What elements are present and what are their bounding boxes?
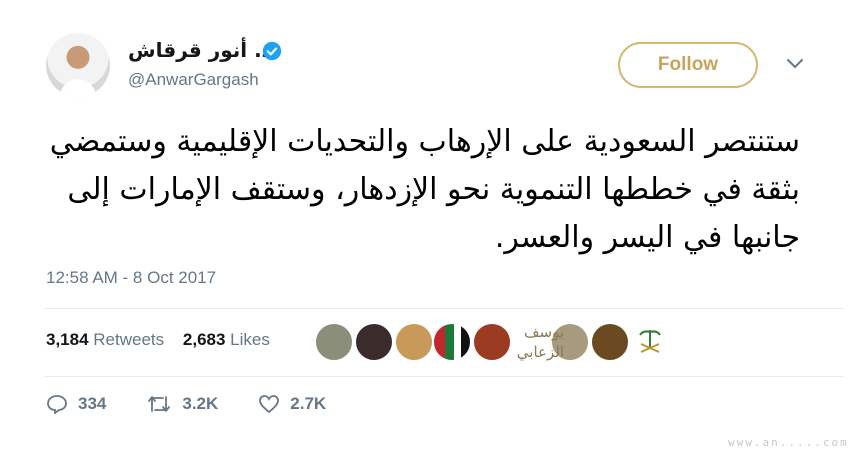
liker-avatar[interactable] (394, 322, 434, 362)
retweet-icon (148, 396, 171, 412)
like-action[interactable]: 2.7K (258, 394, 326, 414)
chevron-down-icon[interactable] (786, 57, 804, 71)
tweet-actions: 334 3.2K 2.7K (46, 394, 366, 414)
divider (44, 376, 844, 377)
likes-label[interactable]: Likes (230, 330, 270, 349)
liker-avatar[interactable] (472, 322, 512, 362)
author-display-name[interactable]: د. أنور قرقاش (128, 38, 272, 62)
liker-avatar[interactable] (590, 322, 630, 362)
reply-icon (47, 395, 67, 414)
retweet-action[interactable]: 3.2K (146, 394, 218, 414)
tweet-timestamp[interactable]: 12:58 AM - 8 Oct 2017 (46, 268, 216, 288)
liker-avatar[interactable] (630, 322, 670, 362)
retweets-label[interactable]: Retweets (93, 330, 164, 349)
reply-action[interactable]: 334 (46, 394, 106, 414)
author-avatar[interactable] (46, 33, 110, 97)
retweets-count[interactable]: 3,184 (46, 330, 89, 349)
liker-name[interactable]: يوسف الزعابي (508, 322, 564, 362)
author-handle[interactable]: @AnwarGargash (128, 70, 259, 90)
palm-swords-icon (639, 330, 661, 353)
liker-avatar[interactable] (354, 322, 394, 362)
engagement-stats: 3,184 Retweets 2,683 Likes (46, 330, 284, 350)
watermark: www.an.....com (728, 436, 849, 449)
follow-button[interactable]: Follow (618, 42, 758, 88)
tweet-text: ستنتصر السعودية على الإرهاب والتحديات ال… (49, 124, 800, 255)
retweet-count: 3.2K (182, 394, 219, 413)
verified-badge-icon (262, 41, 282, 61)
liker-avatar[interactable] (432, 322, 472, 362)
reply-count: 334 (78, 394, 107, 413)
like-count: 2.7K (290, 394, 327, 413)
heart-icon (259, 395, 280, 414)
divider (44, 308, 844, 309)
liker-avatar[interactable] (314, 322, 354, 362)
likes-count[interactable]: 2,683 (183, 330, 226, 349)
